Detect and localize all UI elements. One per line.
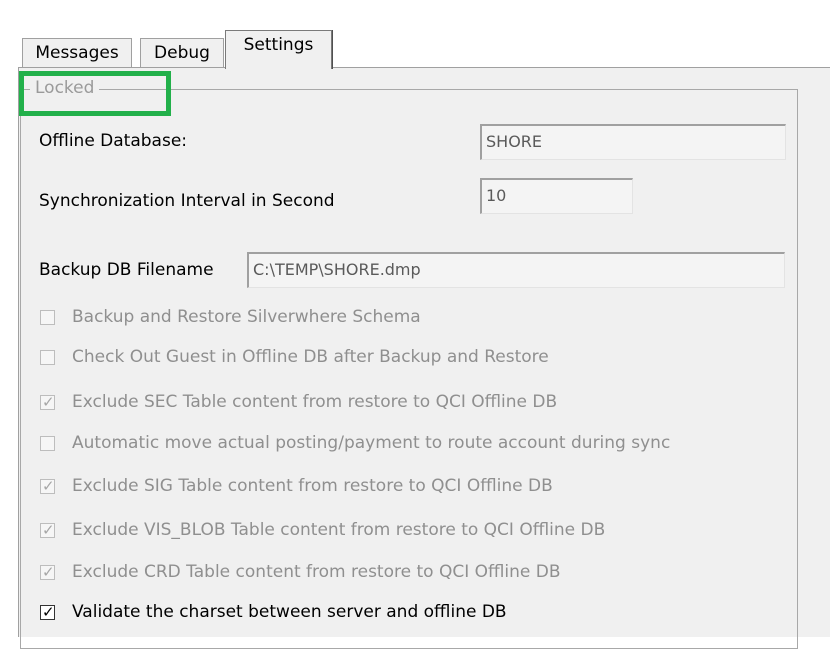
offline-database-label: Offline Database:: [39, 131, 188, 151]
checkmark-icon: ✓: [42, 562, 55, 581]
backup-filename-label: Backup DB Filename: [39, 260, 214, 280]
checkbox-exclude-sig[interactable]: ✓ Exclude SIG Table content from restore…: [40, 473, 553, 499]
tab-messages-label: Messages: [35, 43, 119, 63]
checkbox-label: Exclude VIS_BLOB Table content from rest…: [72, 520, 606, 540]
checkbox-auto-move-posting[interactable]: Automatic move actual posting/payment to…: [40, 430, 670, 456]
checkbox-box[interactable]: ✓: [40, 563, 55, 581]
checkbox-exclude-vis-blob[interactable]: ✓ Exclude VIS_BLOB Table content from re…: [40, 517, 605, 543]
sync-interval-label: Synchronization Interval in Second: [39, 191, 335, 211]
checkbox-checkout-guest[interactable]: Check Out Guest in Offline DB after Back…: [40, 344, 549, 370]
checkbox-backup-restore-schema[interactable]: Backup and Restore Silverwhere Schema: [40, 304, 421, 330]
checkbox-label: Validate the charset between server and …: [72, 602, 507, 622]
checkbox-label: Exclude CRD Table content from restore t…: [72, 562, 561, 582]
checkmark-icon: ✓: [42, 520, 55, 539]
backup-filename-field[interactable]: C:\TEMP\SHORE.dmp: [247, 252, 785, 288]
checkbox-label: Check Out Guest in Offline DB after Back…: [72, 347, 549, 367]
sync-interval-field[interactable]: 10: [480, 178, 633, 214]
checkbox-label: Automatic move actual posting/payment to…: [72, 433, 671, 453]
checkbox-box[interactable]: ✓: [40, 393, 55, 411]
checkbox-box[interactable]: [40, 435, 55, 451]
checkmark-icon: ✓: [42, 392, 55, 411]
checkbox-exclude-crd[interactable]: ✓ Exclude CRD Table content from restore…: [40, 559, 561, 585]
checkbox-label: Exclude SIG Table content from restore t…: [72, 476, 553, 496]
checkmark-icon: ✓: [42, 602, 55, 621]
tab-debug-label: Debug: [154, 43, 210, 63]
tab-messages[interactable]: Messages: [22, 38, 132, 68]
checkbox-box[interactable]: ✓: [40, 477, 55, 495]
checkbox-exclude-sec[interactable]: ✓ Exclude SEC Table content from restore…: [40, 389, 557, 415]
tab-settings[interactable]: Settings: [225, 30, 332, 69]
checkbox-box[interactable]: ✓: [40, 521, 55, 539]
tab-settings-label: Settings: [243, 35, 314, 55]
offline-database-field[interactable]: SHORE: [480, 124, 786, 160]
checkmark-icon: ✓: [42, 476, 55, 495]
checkbox-label: Exclude SEC Table content from restore t…: [72, 392, 558, 412]
checkbox-label: Backup and Restore Silverwhere Schema: [72, 307, 421, 327]
checkbox-box[interactable]: [40, 349, 55, 365]
checkbox-validate-charset[interactable]: ✓ Validate the charset between server an…: [40, 599, 507, 625]
checkbox-box[interactable]: [40, 309, 55, 325]
highlight-rectangle: [19, 71, 171, 116]
checkbox-box[interactable]: ✓: [40, 603, 55, 621]
tab-debug[interactable]: Debug: [140, 38, 224, 68]
